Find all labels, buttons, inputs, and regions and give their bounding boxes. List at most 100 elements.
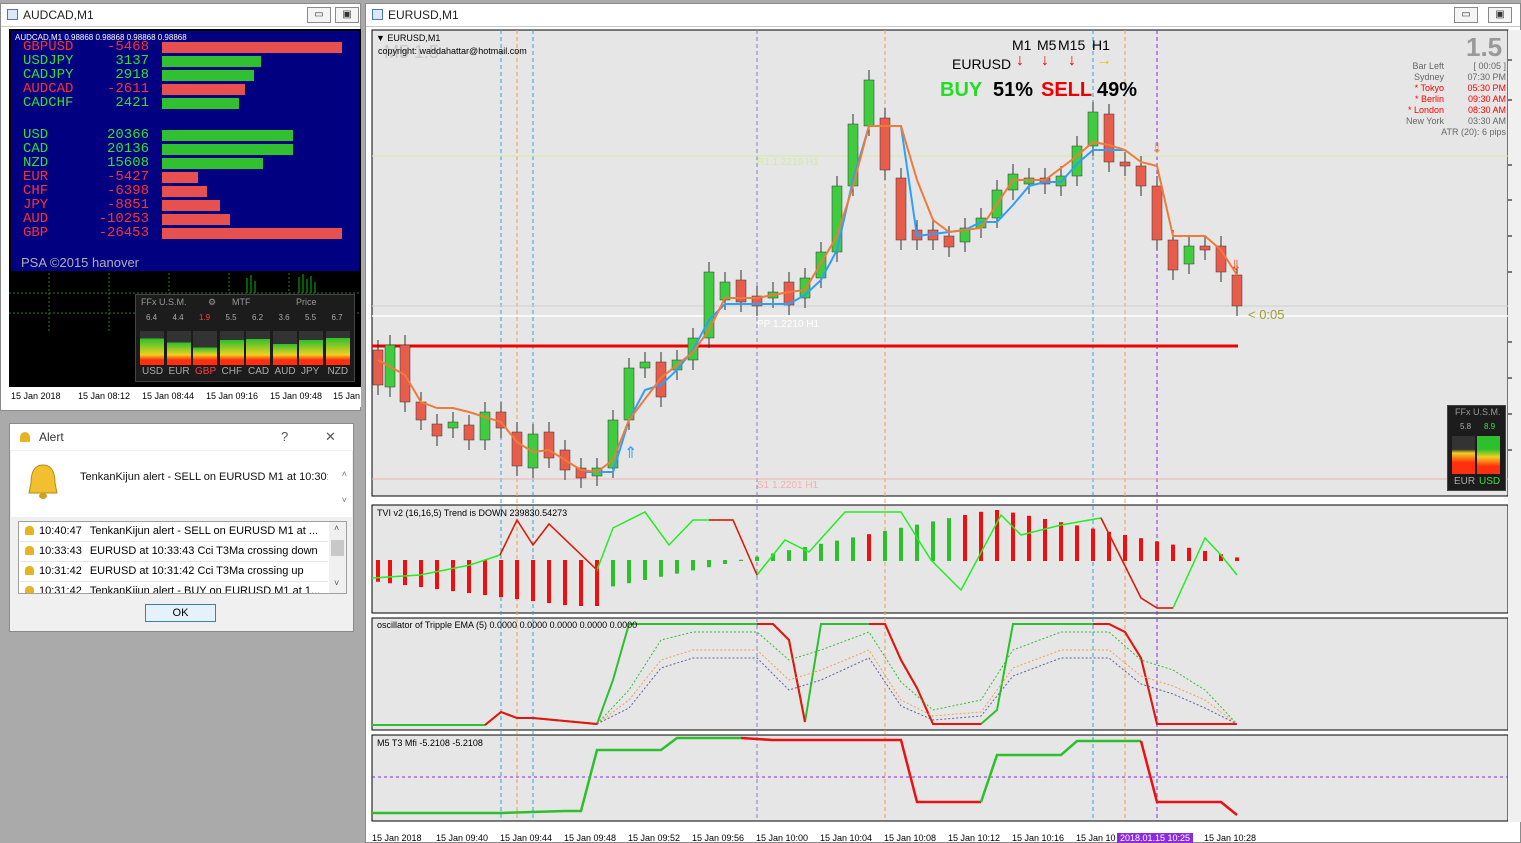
currency-row: AUD -10253 xyxy=(11,212,359,226)
audcad-chart-area[interactable]: AUDCAD,M1 0.98868 0.98868 0.98868 0.9886… xyxy=(9,29,361,407)
ffx-bar xyxy=(219,331,244,365)
alert-dialog[interactable]: Alert ? ✕ TenkanKijun alert - SELL on EU… xyxy=(9,423,354,632)
pair-row: USDJPY 3137 xyxy=(11,54,359,68)
ffx-settings-icon[interactable]: ⚙ xyxy=(208,297,216,308)
pair-name: AUDCAD xyxy=(23,81,74,97)
psa-footer: PSA ©2015 hanover xyxy=(21,255,139,270)
minimize-button[interactable]: ▭ xyxy=(1454,7,1478,23)
ffx-currency: JPY xyxy=(301,366,320,377)
bell-icon xyxy=(20,432,30,442)
session-time: 09:30 AM xyxy=(1467,94,1506,104)
message-scroll-up[interactable]: ˄ xyxy=(342,469,347,479)
alert-row[interactable]: 10:31:42 EURUSD at 10:31:42 Cci T3Ma cros… xyxy=(20,562,328,582)
alert-row[interactable]: 10:31:42 TenkanKijun alert - BUY on EURUS… xyxy=(20,582,328,594)
ffx-mtf[interactable]: MTF xyxy=(232,297,251,307)
alert-title: Alert xyxy=(39,430,64,444)
tvi-label: TVI v2 (16,16,5) Trend is DOWN 239830.54… xyxy=(377,508,568,518)
audcad-titlebar[interactable]: AUDCAD,M1 ▭ ▣ xyxy=(1,4,360,27)
maximize-button[interactable]: ▣ xyxy=(1488,7,1512,23)
chart-window-icon xyxy=(372,9,383,20)
currency-name: CHF xyxy=(23,183,49,199)
ffx-small-curr-eur: EUR xyxy=(1454,476,1476,487)
eurusd-chart-window[interactable]: EURUSD,M1 ▭ ▣ xyxy=(365,3,1521,843)
alert-row[interactable]: 10:40:47 TenkanKijun alert - SELL on EURU… xyxy=(20,522,328,542)
sell-label: SELL xyxy=(1041,79,1093,101)
alert-message: TenkanKijun alert - SELL on EURUSD M1 at… xyxy=(80,471,328,483)
large-bell-icon xyxy=(28,464,58,499)
timeframe-label: M5 xyxy=(1037,37,1057,53)
ffx-price[interactable]: Price xyxy=(296,297,317,307)
currency-row: JPY -8851 xyxy=(11,198,359,212)
timeframe-label: H1 xyxy=(1092,37,1110,53)
bell-icon xyxy=(25,546,34,555)
minimize-button[interactable]: ▭ xyxy=(307,7,331,23)
eurusd-titlebar[interactable]: EURUSD,M1 ▭ ▣ xyxy=(366,4,1520,27)
currency-value: -8851 xyxy=(106,197,149,213)
ffx-small-title: FFx U.S.M. xyxy=(1455,407,1501,417)
currency-value: -6398 xyxy=(106,183,149,199)
alert-row[interactable]: 10:33:43 EURUSD at 10:33:43 Cci T3Ma cros… xyxy=(20,542,328,562)
pair-row: AUDCAD -2611 xyxy=(11,82,359,96)
time-label: 15 Jan 09:48 xyxy=(270,391,323,401)
alert-time: 10:33:43 xyxy=(39,545,82,557)
alert-text: TenkanKijun alert - BUY on EURUSD M1 at … xyxy=(89,585,321,594)
ffx-bar xyxy=(193,331,217,365)
pair-name: GBPUSD xyxy=(23,39,74,55)
sell-percent: 49% xyxy=(1097,79,1138,101)
close-button[interactable]: ✕ xyxy=(325,429,336,445)
maximize-button[interactable]: ▣ xyxy=(335,7,359,23)
ffx-currency: CAD xyxy=(248,366,270,377)
pair-bar xyxy=(162,56,261,67)
bell-icon xyxy=(25,566,34,575)
alert-titlebar[interactable]: Alert ? ✕ xyxy=(10,424,353,450)
time-label: 15 Jan xyxy=(333,391,361,401)
audcad-time-axis: 15 Jan 2018 15 Jan 08:12 15 Jan 08:44 15 Ja… xyxy=(9,387,361,407)
currency-value: -10253 xyxy=(98,211,149,227)
currency-name: EUR xyxy=(23,169,49,185)
scroll-up-arrow[interactable]: ˄ xyxy=(334,523,339,533)
ffx-value: 5.5 xyxy=(305,313,317,322)
list-scrollbar[interactable]: ˄ ˅ xyxy=(329,522,346,593)
scroll-down-arrow[interactable]: ˅ xyxy=(334,578,339,588)
ffx-value: 6.2 xyxy=(252,313,264,322)
ffx-currency: GBP xyxy=(195,366,217,377)
currency-row: NZD 15608 xyxy=(11,156,359,170)
currency-name: JPY xyxy=(23,197,49,213)
audcad-window-title: AUDCAD,M1 xyxy=(23,8,94,22)
ffx-title: FFx U.S.M. xyxy=(141,297,187,307)
ok-button[interactable]: OK xyxy=(145,604,216,622)
arrow-down-icon: ↓ xyxy=(1068,52,1076,69)
pair-name: USDJPY xyxy=(23,53,74,69)
currency-value: -5427 xyxy=(106,169,149,185)
arrow-down-icon: ↓ xyxy=(1041,52,1049,69)
timeframe-label: M1 xyxy=(1012,37,1032,53)
time-label: 15 Jan 10:28 xyxy=(1204,833,1257,843)
currency-row: GBP -26453 xyxy=(11,226,359,240)
alert-time: 10:31:42 xyxy=(39,585,82,594)
audcad-chart-window[interactable]: AUDCAD,M1 ▭ ▣ AUDCAD,M1 0.98868 0.98868 … xyxy=(0,3,361,411)
currency-bar xyxy=(162,144,293,155)
mfi-label: M5 T3 Mfi -5.2108 -5.2108 xyxy=(377,738,483,748)
currency-name: AUD xyxy=(23,211,49,227)
ffx-value: 3.6 xyxy=(278,313,290,322)
alert-text: EURUSD at 10:33:43 Cci T3Ma crossing dow… xyxy=(89,545,318,557)
bar-left-value: [ 00:05 ] xyxy=(1473,61,1506,71)
scroll-thumb[interactable] xyxy=(331,540,344,556)
help-button[interactable]: ? xyxy=(281,429,288,444)
alert-history-list[interactable]: 10:40:47 TenkanKijun alert - SELL on EURU… xyxy=(18,521,347,594)
alert-time: 10:31:42 xyxy=(39,565,82,577)
pair-row: CADCHF 2421 xyxy=(11,96,359,110)
buy-label: BUY xyxy=(940,79,983,101)
ffx-bar xyxy=(246,331,270,365)
symbol-name: EURUSD xyxy=(952,56,1012,72)
pair-value: 2918 xyxy=(115,67,149,83)
ffx-bar xyxy=(299,331,323,365)
message-scroll-down[interactable]: ˅ xyxy=(342,495,347,505)
bell-icon xyxy=(25,586,34,593)
ffx-value: 6.4 xyxy=(146,313,158,322)
eurusd-window-title: EURUSD,M1 xyxy=(388,8,459,22)
ffx-small-value-usd: 8.9 xyxy=(1484,422,1496,431)
time-label: 15 Jan 10:16 xyxy=(1012,833,1065,843)
time-label: 15 Jan 10:12 xyxy=(948,833,1001,843)
ffx-small-value-eur: 5.8 xyxy=(1460,422,1472,431)
